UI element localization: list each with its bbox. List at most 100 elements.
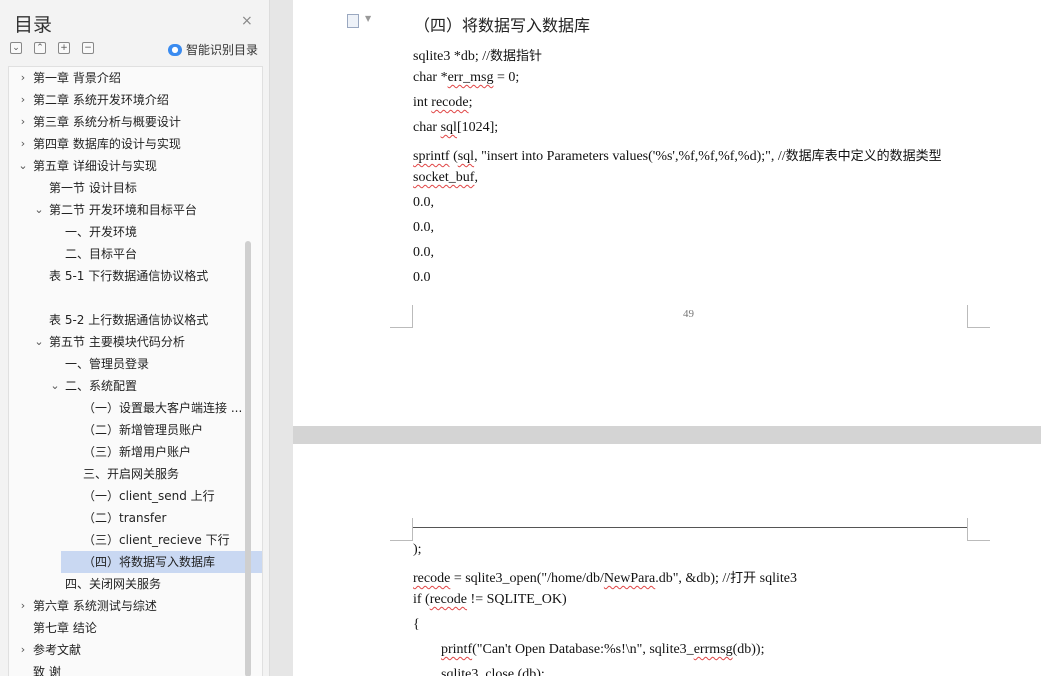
code-text: ; bbox=[468, 95, 473, 110]
toc-item[interactable]: › 参考文献 bbox=[9, 639, 245, 661]
crop-mark bbox=[390, 305, 413, 328]
code-text: ); bbox=[413, 542, 422, 557]
document-view: ▼ （四）将数据写入数据库 49 sqlite3 *db; //数据指针 char… bbox=[293, 0, 1041, 676]
spellcheck-word: sprintf bbox=[413, 149, 450, 164]
chevron-right-icon[interactable]: › bbox=[17, 133, 29, 155]
code-text: 数据指针 bbox=[490, 49, 543, 64]
code-text: ( bbox=[449, 149, 458, 164]
crop-mark bbox=[967, 305, 990, 328]
document-icon[interactable] bbox=[347, 14, 359, 28]
code-text: [1024]; bbox=[456, 120, 499, 135]
toc-item[interactable]: 致 谢 bbox=[9, 661, 245, 676]
toc-item[interactable]: ⌄ 第五章 详细设计与实现 bbox=[9, 155, 245, 177]
toc-item[interactable]: ⌄ 二、系统配置 bbox=[9, 375, 245, 397]
toc-item-label: 三、开启网关服务 bbox=[83, 467, 180, 481]
toc-item-label: （二）新增管理员账户 bbox=[83, 423, 204, 437]
code-text: sqlite3 *db; // bbox=[413, 49, 490, 64]
spellcheck-word: errmsg bbox=[693, 642, 733, 657]
chevron-right-icon[interactable]: › bbox=[17, 89, 29, 111]
toc-item-label: 表 5-2 上行数据通信协议格式 bbox=[49, 313, 209, 327]
code-text: ("Can't Open Database:%s!\n", sqlite3_ bbox=[472, 642, 694, 657]
toc-item[interactable]: › 第六章 系统测试与综述 bbox=[9, 595, 245, 617]
toc-item[interactable]: 三、开启网关服务 bbox=[9, 463, 245, 485]
toc-item-label: 表 5-1 下行数据通信协议格式 bbox=[49, 269, 209, 283]
close-icon[interactable]: × bbox=[241, 13, 253, 29]
code-line: socket_buf, bbox=[413, 170, 478, 186]
toc-item-label: 第三章 系统分析与概要设计 bbox=[33, 115, 181, 129]
spellcheck-word: recode bbox=[429, 592, 468, 607]
add-item-icon[interactable]: + bbox=[58, 42, 70, 54]
toc-item[interactable]: › 第一章 背景介绍 bbox=[9, 67, 245, 89]
toc-item-label: 一、管理员登录 bbox=[65, 357, 150, 371]
page-49: ▼ （四）将数据写入数据库 49 sqlite3 *db; //数据指针 char… bbox=[293, 0, 1041, 426]
toc-item[interactable]: 第七章 结论 bbox=[9, 617, 245, 639]
dropdown-arrow-icon[interactable]: ▼ bbox=[365, 14, 371, 23]
chevron-right-icon[interactable]: › bbox=[17, 111, 29, 133]
cloud-icon: ● bbox=[168, 43, 182, 56]
chevron-down-icon[interactable]: ⌄ bbox=[49, 375, 61, 397]
section-heading: （四）将数据写入数据库 bbox=[414, 16, 591, 35]
toc-item[interactable]: （二）新增管理员账户 bbox=[9, 419, 245, 441]
sidebar-title: 目录 bbox=[14, 14, 53, 36]
spellcheck-word: sql bbox=[440, 120, 457, 135]
collapse-all-icon[interactable]: ⌄ bbox=[10, 42, 22, 54]
chevron-down-icon[interactable]: ⌄ bbox=[33, 331, 45, 353]
toc-item[interactable]: 一、开发环境 bbox=[9, 221, 245, 243]
toc-item-label: 第四章 数据库的设计与实现 bbox=[33, 137, 181, 151]
toc-item[interactable]: ⌄ 第二节 开发环境和目标平台 bbox=[9, 199, 245, 221]
toc-scrollbar[interactable] bbox=[245, 241, 251, 676]
toc-item[interactable]: 表 5-2 上行数据通信协议格式 bbox=[9, 309, 245, 331]
page-50: ); recode = sqlite3_open("/home/db/NewPar… bbox=[293, 444, 1041, 676]
toc-item-label: （四）将数据写入数据库 bbox=[83, 555, 216, 569]
toc-item-label: 第二节 开发环境和目标平台 bbox=[49, 203, 197, 217]
code-text: sqlite3 bbox=[756, 571, 798, 586]
remove-item-icon[interactable]: − bbox=[82, 42, 94, 54]
chevron-down-icon[interactable]: ⌄ bbox=[33, 199, 45, 221]
toc-item-label: 二、目标平台 bbox=[65, 247, 138, 261]
code-text: , "insert into Parameters values('%s',%f… bbox=[474, 149, 786, 164]
chevron-down-icon[interactable]: ⌄ bbox=[17, 155, 29, 177]
spellcheck-word: printf bbox=[441, 642, 473, 657]
code-text: != SQLITE_OK) bbox=[467, 592, 567, 607]
toc-item[interactable]: （三）新增用户账户 bbox=[9, 441, 245, 463]
code-text: char bbox=[413, 120, 441, 135]
toc-item-label: 参考文献 bbox=[33, 643, 82, 657]
toc-item[interactable]: 四、关闭网关服务 bbox=[9, 573, 245, 595]
header-rule bbox=[413, 527, 967, 528]
toc-item-label: 第一章 背景介绍 bbox=[33, 71, 121, 85]
code-line: 0.0, bbox=[413, 220, 434, 236]
toc-item[interactable]: （一）client_send 上行 bbox=[9, 485, 245, 507]
chevron-right-icon[interactable]: › bbox=[17, 67, 29, 89]
toc-item-label: 第七章 结论 bbox=[33, 621, 97, 635]
toc-item-label: 四、关闭网关服务 bbox=[65, 577, 162, 591]
toc-item[interactable]: （四）将数据写入数据库 bbox=[61, 551, 262, 573]
toc-item[interactable]: （三）client_recieve 下行 bbox=[9, 529, 245, 551]
toc-panel: › 第一章 背景介绍 › 第二章 系统开发环境介绍 › 第三章 系统分析与概要设计 › 第四章… bbox=[8, 66, 263, 676]
code-text: char * bbox=[413, 70, 448, 85]
code-text: 0.0, bbox=[413, 245, 434, 260]
toc-item[interactable]: （二）transfer bbox=[9, 507, 245, 529]
toc-item[interactable]: 一、管理员登录 bbox=[9, 353, 245, 375]
toc-item-label: （一）client_send 上行 bbox=[83, 489, 215, 503]
toc-item[interactable]: › 第二章 系统开发环境介绍 bbox=[9, 89, 245, 111]
spellcheck-word: err_msg bbox=[447, 70, 494, 85]
code-text: { bbox=[413, 617, 420, 632]
chevron-right-icon[interactable]: › bbox=[17, 595, 29, 617]
toc-item[interactable]: （一）设置最大客户端连接 ... bbox=[9, 397, 245, 419]
toc-item[interactable] bbox=[9, 287, 245, 309]
toc-item[interactable]: 表 5-1 下行数据通信协议格式 bbox=[9, 265, 245, 287]
crop-mark bbox=[967, 518, 990, 541]
toc-item[interactable]: 二、目标平台 bbox=[9, 243, 245, 265]
toc-item[interactable]: › 第四章 数据库的设计与实现 bbox=[9, 133, 245, 155]
chevron-right-icon[interactable]: › bbox=[17, 639, 29, 661]
smart-detect-button[interactable]: ● 智能识别目录 bbox=[168, 41, 258, 58]
toc-item[interactable]: ⌄ 第五节 主要模块代码分析 bbox=[9, 331, 245, 353]
code-text: 0.0, bbox=[413, 195, 434, 210]
toc-item-label: 第五章 详细设计与实现 bbox=[33, 159, 157, 173]
expand-all-icon[interactable]: ⌃ bbox=[34, 42, 46, 54]
spellcheck-word: recode bbox=[413, 571, 451, 586]
toc-item[interactable]: › 第三章 系统分析与概要设计 bbox=[9, 111, 245, 133]
code-line: sqlite3_close (db); bbox=[441, 667, 545, 676]
code-line: 0.0, bbox=[413, 245, 434, 261]
toc-item[interactable]: 第一节 设计目标 bbox=[9, 177, 245, 199]
